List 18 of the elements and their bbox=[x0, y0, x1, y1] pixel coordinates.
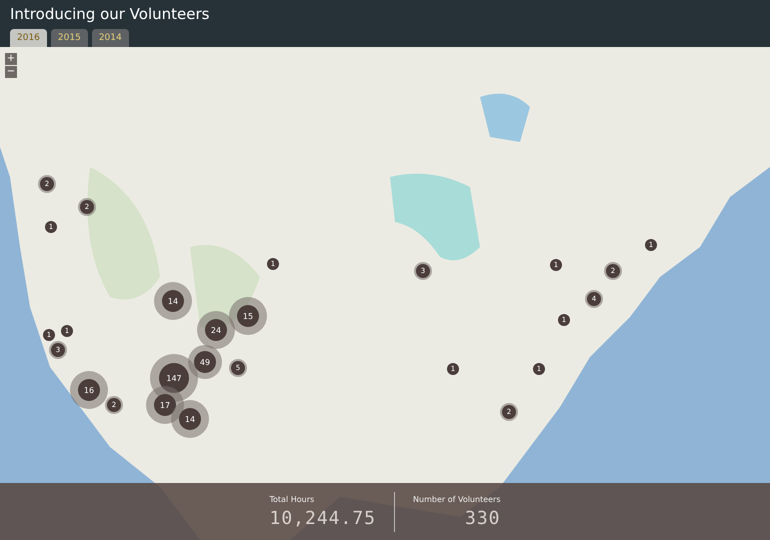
zoom-button[interactable]: + bbox=[5, 53, 17, 65]
cluster-marker[interactable]: 17 bbox=[146, 386, 184, 424]
cluster-marker[interactable]: 49 bbox=[188, 345, 222, 379]
stat-label: Number of Volunteers bbox=[413, 494, 501, 504]
cluster-marker[interactable]: 15 bbox=[229, 297, 267, 335]
year-tab[interactable]: 2014 bbox=[92, 29, 129, 47]
cluster-marker[interactable]: 147 bbox=[150, 354, 198, 402]
stat-value: 10,244.75 bbox=[269, 508, 376, 528]
stat-label: Total Hours bbox=[269, 494, 314, 504]
year-tab[interactable]: 2016 bbox=[10, 29, 47, 47]
cluster-marker[interactable]: 16 bbox=[70, 371, 108, 409]
year-tab[interactable]: 2015 bbox=[50, 29, 88, 47]
zoom-button[interactable]: − bbox=[5, 66, 17, 78]
cluster-marker[interactable]: 24 bbox=[197, 311, 235, 349]
stat-value: 330 bbox=[465, 508, 501, 528]
cluster-marker[interactable]: 14 bbox=[171, 400, 209, 438]
page-title: Introducing our Volunteers bbox=[10, 5, 210, 23]
cluster-marker[interactable]: 14 bbox=[154, 282, 192, 320]
